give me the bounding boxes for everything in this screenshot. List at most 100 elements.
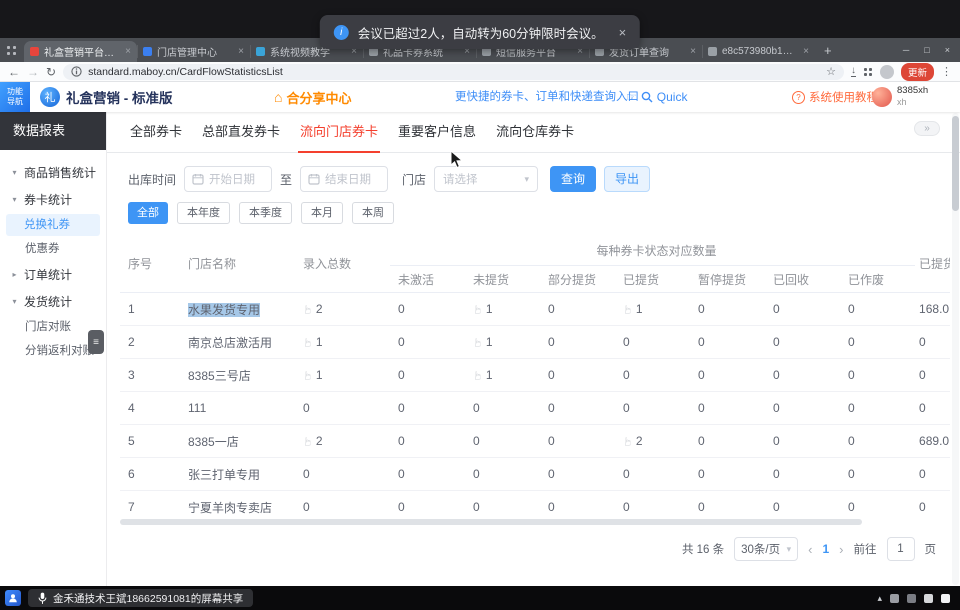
count-cell: 0 xyxy=(295,491,390,518)
tray-icon[interactable] xyxy=(924,594,933,603)
maximize-button[interactable]: □ xyxy=(924,45,929,55)
quick-filter-button[interactable]: 本月 xyxy=(301,202,343,224)
count-link-cell[interactable]: ☞1 xyxy=(615,293,690,326)
data-table-wrapper: 序号 门店名称 录入总数 每种券卡状态对应数量 已提货金额 未激活未提货部分提货… xyxy=(120,235,950,517)
browser-tab[interactable]: 门店管理中心× xyxy=(137,41,250,62)
quick-filter-button[interactable]: 本季度 xyxy=(239,202,292,224)
screen: i 会议已超过2人，自动转为60分钟限时会议。 × 礼盒营销平台管理中心×门店管… xyxy=(0,0,960,610)
back-button[interactable]: ← xyxy=(8,66,20,78)
count-link-cell[interactable]: ☞1 xyxy=(295,326,390,359)
quick-search-link[interactable]: ☞ Quick xyxy=(626,82,687,112)
count-cell: 0 xyxy=(465,458,540,491)
sidebar-item[interactable]: 兑换礼券 xyxy=(6,214,100,236)
quick-filter-button[interactable]: 本周 xyxy=(352,202,394,224)
browser-tab[interactable]: e8c573980b1328a258fd2e6l × xyxy=(702,41,815,62)
tab-close-icon[interactable]: × xyxy=(238,46,244,57)
count-link-cell[interactable]: ☞1 xyxy=(295,359,390,392)
user-menu[interactable]: 8385xh xh xyxy=(872,82,928,112)
pointer-hand-icon: ☞ xyxy=(626,90,637,104)
content-tab[interactable]: 全部券卡 xyxy=(128,112,184,152)
export-button[interactable]: 导出 xyxy=(604,166,650,192)
close-button[interactable]: × xyxy=(945,45,950,55)
end-date-input[interactable]: 结束日期 xyxy=(300,166,388,192)
vertical-scrollbar-thumb[interactable] xyxy=(952,116,959,211)
column-header-no: 序号 xyxy=(120,235,180,293)
store-select[interactable]: 请选择 ▾ xyxy=(434,166,538,192)
vertical-scrollbar[interactable] xyxy=(952,113,959,585)
count-cell: 0 xyxy=(765,458,840,491)
search-button[interactable]: 查询 xyxy=(550,166,596,192)
quick-filter-button[interactable]: 全部 xyxy=(128,202,168,224)
tutorial-label: 系统使用教程 xyxy=(809,89,878,105)
sidebar-group[interactable]: ▾发货统计 xyxy=(0,288,106,315)
count-link-cell[interactable]: ☞1 xyxy=(465,293,540,326)
tray-expand-icon[interactable]: ▴ xyxy=(877,593,882,604)
download-icon[interactable]: ↓ xyxy=(851,66,856,77)
content-tab[interactable]: 重要客户信息 xyxy=(396,112,478,152)
chevron-down-icon: ▾ xyxy=(10,168,19,177)
quick-filter-button[interactable]: 本年度 xyxy=(177,202,230,224)
content-tab[interactable]: 总部直发券卡 xyxy=(200,112,282,152)
meeting-app-icon[interactable] xyxy=(5,590,21,606)
current-page[interactable]: 1 xyxy=(822,542,829,556)
count-link-cell[interactable]: ☞1 xyxy=(465,359,540,392)
toast-close-icon[interactable]: × xyxy=(619,25,627,40)
sidebar-item[interactable]: 优惠券 xyxy=(0,237,106,261)
count-cell: 0 xyxy=(390,425,465,458)
count-cell: 0 xyxy=(390,392,465,425)
amount-cell: 168.0 xyxy=(915,293,950,326)
goto-page-input[interactable]: 1 xyxy=(887,537,915,561)
count-cell: 0 xyxy=(615,359,690,392)
reload-button[interactable]: ↻ xyxy=(46,66,56,78)
count-link-cell[interactable]: ☞1 xyxy=(465,326,540,359)
horizontal-scrollbar-thumb[interactable] xyxy=(120,519,862,525)
browser-menu-icon[interactable]: ⋮ xyxy=(941,65,952,78)
tray-icon[interactable] xyxy=(941,594,950,603)
content-tab[interactable]: 流向仓库券卡 xyxy=(494,112,576,152)
table-row: 58385一店☞2000☞2000689.0 xyxy=(120,425,950,458)
site-info-icon[interactable] xyxy=(71,66,82,77)
forward-button[interactable]: → xyxy=(27,66,39,78)
count-link-cell[interactable]: ☞2 xyxy=(295,425,390,458)
minimize-button[interactable]: ─ xyxy=(903,45,909,55)
count-cell: 0 xyxy=(615,326,690,359)
next-page-button[interactable]: › xyxy=(839,542,843,557)
tab-close-icon[interactable]: × xyxy=(803,46,809,57)
screen-share-indicator: 金禾通技术王斌18662591081的屏幕共享 xyxy=(28,589,253,607)
store-name-cell: 8385一店 xyxy=(180,425,295,458)
nav-line1: 功能 xyxy=(7,87,23,97)
workspace-icon[interactable] xyxy=(6,45,18,57)
address-bar[interactable]: standard.maboy.cn/CardFlowStatisticsList… xyxy=(63,64,844,80)
sidebar-group[interactable]: ▾商品销售统计 xyxy=(0,159,106,186)
page-size-select[interactable]: 30条/页 ▾ xyxy=(734,537,798,561)
content-tab[interactable]: 流向门店券卡 xyxy=(298,112,380,152)
quick-label: Quick xyxy=(657,90,688,104)
count-link-cell[interactable]: ☞2 xyxy=(615,425,690,458)
new-tab-button[interactable]: + xyxy=(824,43,832,58)
table-row: 1水果发货专用☞20☞10☞1000168.0 xyxy=(120,293,950,326)
sidebar-collapse-handle[interactable]: ≡ xyxy=(88,330,104,354)
panel-collapse-button[interactable]: » xyxy=(914,121,940,136)
sidebar-group[interactable]: ▸订单统计 xyxy=(0,261,106,288)
tab-title: e8c573980b1328a258fd2e6l xyxy=(722,46,798,57)
extensions-icon[interactable] xyxy=(863,67,873,77)
tray-icon[interactable] xyxy=(890,594,899,603)
prev-page-button[interactable]: ‹ xyxy=(808,542,812,557)
count-link-cell[interactable]: ☞2 xyxy=(295,293,390,326)
browser-tab[interactable]: 礼盒营销平台管理中心× xyxy=(24,41,137,62)
tutorial-link[interactable]: ? 系统使用教程 xyxy=(792,82,878,112)
store-name: 南京总店激活用 xyxy=(188,336,272,350)
horizontal-scrollbar[interactable] xyxy=(120,519,950,527)
tab-close-icon[interactable]: × xyxy=(690,46,696,57)
pointer-icon: ☞ xyxy=(471,305,484,315)
column-group-header: 每种券卡状态对应数量 xyxy=(390,235,915,266)
share-center-link[interactable]: ⌂ 合分享中心 xyxy=(274,82,351,112)
update-button[interactable]: 更新 xyxy=(901,63,934,81)
bookmark-star-icon[interactable]: ☆ xyxy=(826,65,836,78)
sidebar-group[interactable]: ▾券卡统计 xyxy=(0,186,106,213)
start-date-input[interactable]: 开始日期 xyxy=(184,166,272,192)
tab-close-icon[interactable]: × xyxy=(125,46,131,57)
profile-avatar[interactable] xyxy=(880,65,894,79)
function-nav-button[interactable]: 功能 导航 xyxy=(0,82,30,112)
tray-icon[interactable] xyxy=(907,594,916,603)
